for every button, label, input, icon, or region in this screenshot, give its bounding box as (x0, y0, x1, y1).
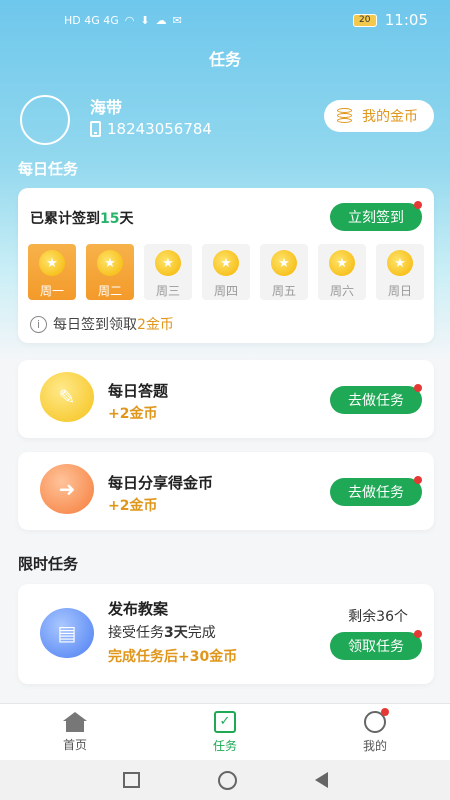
note-amount: 2金币 (137, 317, 174, 333)
limited-tasks-title: 限时任务 (18, 555, 79, 573)
avatar[interactable] (20, 95, 70, 145)
note-prefix: 每日签到领取 (53, 317, 137, 333)
task-name: 发布教案 (108, 600, 169, 618)
desc-suffix: 完成 (187, 625, 216, 641)
notification-dot (414, 476, 422, 484)
day-label: 周五 (271, 284, 296, 298)
status-bar: HD 4G 4G ◠ ⬇ ☁ ✉ 20 11:05 (0, 0, 450, 40)
weekday-row: ★ 周一 ★ 周二 ★ 周三 ★ 周四 ★ 周五 ★ 周六 ★ 周日 (28, 244, 424, 300)
daily-tasks-title: 每日任务 (18, 160, 79, 178)
tab-label: 我的 (362, 738, 387, 753)
task-name: 每日分享得金币 (108, 474, 214, 492)
day-box-sunday[interactable]: ★ 周日 (376, 244, 424, 300)
task-description: 接受任务3天完成 (108, 622, 216, 642)
desc-prefix: 接受任务 (108, 625, 164, 641)
day-box-saturday[interactable]: ★ 周六 (318, 244, 366, 300)
checkin-note: i 每日签到领取2金币 (30, 314, 174, 334)
star-coin-icon: ★ (39, 250, 65, 276)
home-nav-icon[interactable] (217, 770, 237, 790)
home-icon (63, 711, 87, 732)
day-box-tuesday[interactable]: ★ 周二 (86, 244, 134, 300)
day-label: 周二 (97, 284, 122, 298)
day-label: 周三 (155, 284, 180, 298)
checkin-summary: 已累计签到15天 (30, 208, 133, 228)
checkin-days-count: 15 (100, 211, 120, 227)
day-box-wednesday[interactable]: ★ 周三 (144, 244, 192, 300)
wifi-icon: ◠ (124, 13, 135, 27)
remaining-count: 剩余36个 (348, 609, 408, 625)
claim-task-button[interactable]: 领取任务 (330, 630, 422, 660)
star-coin-icon: ★ (387, 250, 413, 276)
task-card-daily-share: ➜ 每日分享得金币 +2金币 去做任务 (18, 452, 434, 530)
recent-apps-icon[interactable] (122, 772, 140, 788)
do-task-label: 去做任务 (348, 485, 404, 501)
cloud-icon: ☁ (155, 13, 167, 27)
profile-icon (364, 707, 389, 733)
task-reward: 完成任务后+30金币 (108, 649, 238, 665)
user-phone: 18243056784 (90, 120, 212, 138)
star-coin-icon: ★ (329, 250, 355, 276)
share-icon: ➜ (40, 464, 94, 514)
tab-home[interactable]: 首页 (0, 704, 150, 760)
quiz-icon: ✎ (40, 372, 94, 422)
task-card-publish-lesson: ▤ 发布教案 接受任务3天完成 完成任务后+30金币 剩余36个 领取任务 (18, 584, 434, 684)
desc-days: 3天 (164, 625, 188, 641)
day-label: 周四 (213, 284, 238, 298)
checkin-prefix: 已累计签到 (30, 211, 100, 227)
bottom-tab-bar: 首页 ✓ 任务 我的 (0, 703, 450, 760)
checkin-suffix: 天 (119, 211, 134, 227)
task-name: 每日答题 (108, 382, 169, 400)
star-coin-icon: ★ (271, 250, 297, 276)
network-text: HD 4G 4G (64, 13, 119, 27)
day-label: 周六 (329, 284, 354, 298)
task-icon: ✓ (214, 710, 236, 733)
my-coins-label: 我的金币 (362, 109, 418, 125)
notification-dot (414, 201, 422, 209)
day-box-friday[interactable]: ★ 周五 (260, 244, 308, 300)
star-coin-icon: ★ (155, 250, 181, 276)
notification-dot (414, 630, 422, 638)
task-card-daily-quiz: ✎ 每日答题 +2金币 去做任务 (18, 360, 434, 438)
battery-icon: 20 (352, 13, 377, 27)
page-title: 任务 (208, 50, 241, 69)
star-coin-icon: ★ (213, 250, 239, 276)
day-label: 周一 (39, 284, 64, 298)
day-box-monday[interactable]: ★ 周一 (28, 244, 76, 300)
tab-label: 首页 (62, 737, 87, 752)
system-nav-bar (0, 760, 450, 800)
tab-profile[interactable]: 我的 (300, 704, 450, 760)
task-reward: +2金币 (108, 498, 158, 514)
star-coin-icon: ★ (97, 250, 123, 276)
day-box-thursday[interactable]: ★ 周四 (202, 244, 250, 300)
phone-number: 18243056784 (107, 120, 212, 138)
notification-dot (381, 707, 389, 716)
day-label: 周日 (387, 284, 412, 298)
claim-task-label: 领取任务 (348, 639, 404, 655)
message-icon: ✉ (172, 13, 182, 27)
do-task-label: 去做任务 (348, 393, 404, 409)
checkin-now-label: 立刻签到 (348, 210, 404, 226)
tab-tasks[interactable]: ✓ 任务 (150, 704, 300, 760)
download-icon: ⬇ (140, 13, 150, 27)
checkin-now-button[interactable]: 立刻签到 (330, 201, 422, 231)
document-icon: ▤ (40, 608, 94, 658)
back-icon[interactable] (314, 772, 328, 788)
do-task-button[interactable]: 去做任务 (330, 476, 422, 506)
notification-dot (414, 384, 422, 392)
coins-icon (336, 107, 354, 125)
user-name: 海带 (90, 98, 123, 117)
checkin-card: 已累计签到15天 立刻签到 ★ 周一 ★ 周二 ★ 周三 ★ 周四 ★ 周五 ★… (18, 188, 434, 343)
task-reward: +2金币 (108, 406, 158, 422)
signal-indicators: HD 4G 4G ◠ ⬇ ☁ ✉ (64, 14, 182, 27)
clock: 11:05 (384, 11, 428, 29)
tab-label: 任务 (212, 738, 237, 753)
info-icon: i (30, 315, 47, 333)
do-task-button[interactable]: 去做任务 (330, 384, 422, 414)
my-coins-button[interactable]: 我的金币 (324, 100, 434, 132)
phone-icon (90, 121, 101, 137)
